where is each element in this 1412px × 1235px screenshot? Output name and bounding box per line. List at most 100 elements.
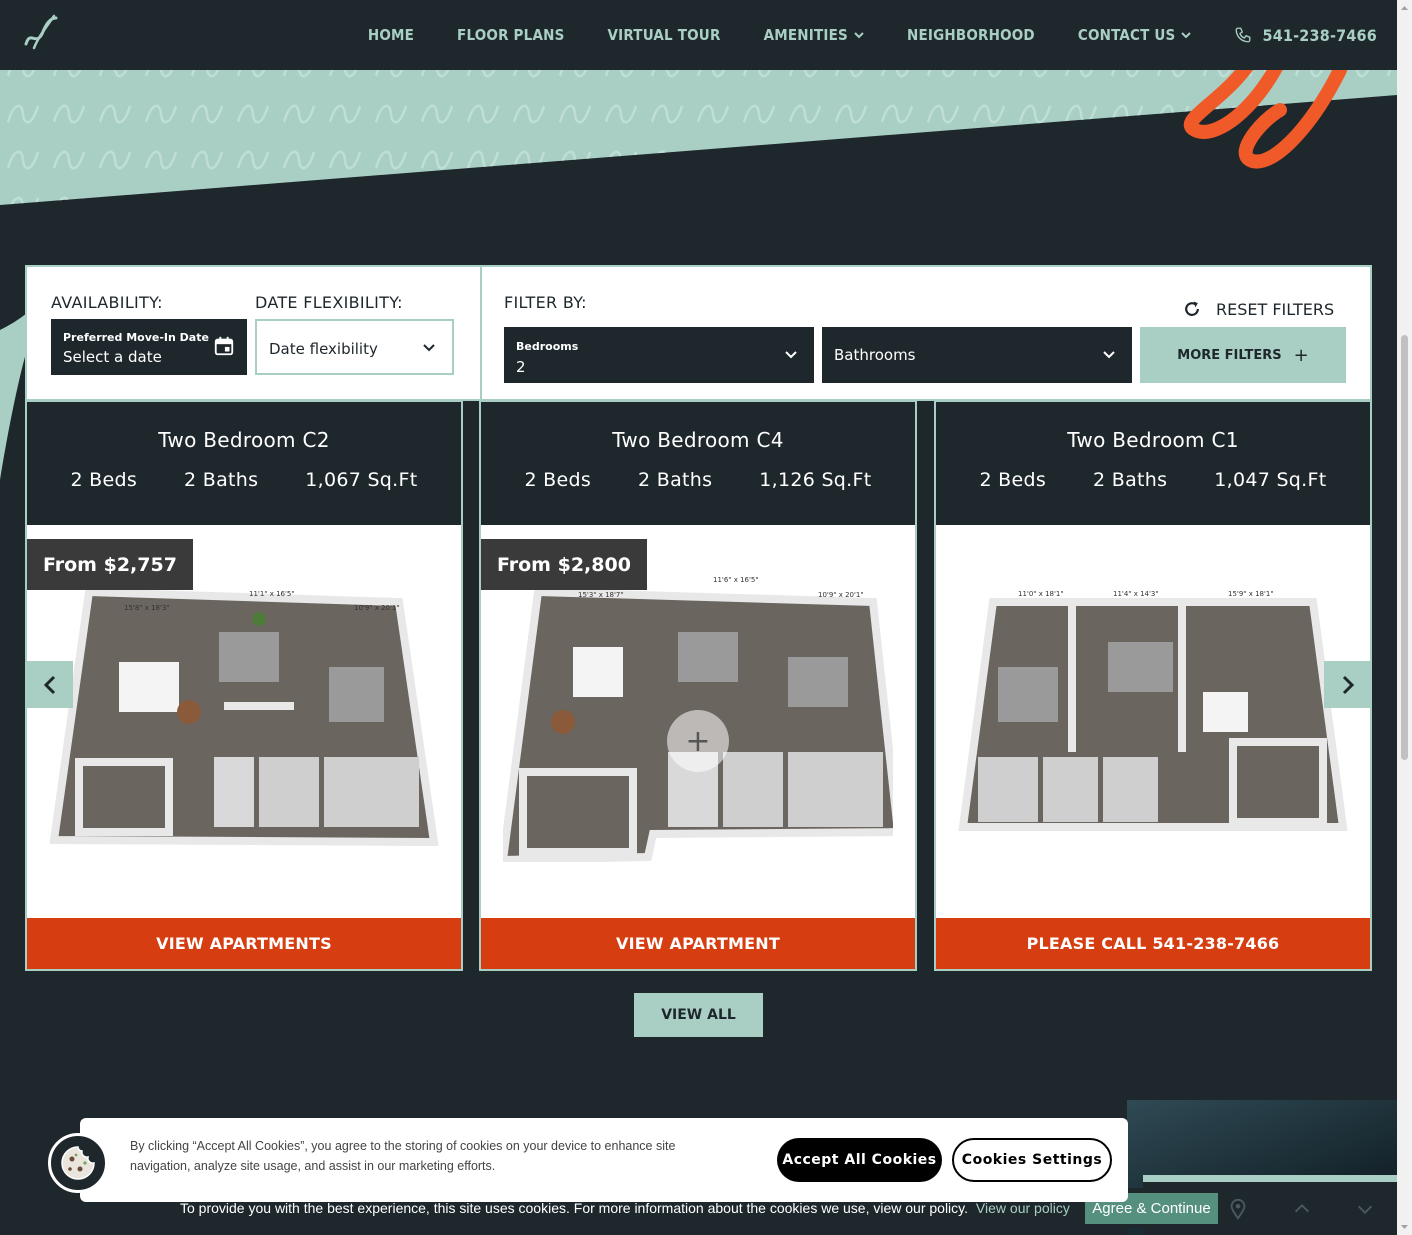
- chevron-down-icon: [1103, 351, 1115, 359]
- plus-icon: +: [1293, 344, 1309, 366]
- price-badge: From $2,800: [481, 539, 647, 590]
- scroll-up-arrow-icon[interactable]: [1400, 4, 1409, 13]
- move-in-small-label: Preferred Move-In Date: [63, 331, 209, 344]
- notice-text-wrap: To provide you with the best experience,…: [180, 1200, 1070, 1216]
- chevron-down-icon: [785, 351, 797, 359]
- chevron-down-icon[interactable]: [1354, 1198, 1376, 1220]
- price-badge: From $2,757: [27, 539, 193, 590]
- carousel-next-button[interactable]: [1324, 661, 1371, 708]
- plan-dim: 11'0" x 18'1": [1018, 590, 1064, 598]
- page-scrollbar[interactable]: [1397, 0, 1412, 1235]
- bedrooms-small-label: Bedrooms: [516, 340, 579, 353]
- view-policy-link[interactable]: View our policy: [976, 1200, 1070, 1216]
- please-call-button[interactable]: PLEASE CALL 541-238-7466: [936, 918, 1370, 969]
- zoom-plus-icon[interactable]: +: [667, 710, 729, 772]
- bathrooms-select[interactable]: Bathrooms: [822, 327, 1132, 383]
- notice-text: To provide you with the best experience,…: [180, 1200, 969, 1216]
- floorplan-image[interactable]: 15'8" x 18'3" 11'1" x 16'5" 10'9" x 20'1…: [49, 572, 439, 862]
- view-apartments-button[interactable]: VIEW APARTMENTS: [27, 918, 461, 969]
- chevron-down-icon: [1181, 32, 1192, 39]
- nav-floor-plans-label: FLOOR PLANS: [457, 26, 565, 44]
- plan-dim: 11'6" x 16'5": [713, 576, 759, 584]
- chevron-down-icon: [423, 344, 435, 352]
- card-sqft: 1,126 Sq.Ft: [759, 469, 872, 491]
- bedrooms-value: 2: [516, 358, 526, 376]
- nav-amenities[interactable]: AMENITIES: [764, 26, 864, 44]
- chevron-right-icon: [1342, 675, 1354, 694]
- floorplan-image[interactable]: 11'0" x 18'1" 11'4" x 14'3" 15'9" x 18'1…: [958, 572, 1348, 862]
- cookie-consent-banner: By clicking “Accept All Cookies”, you ag…: [80, 1118, 1128, 1202]
- card-baths: 2 Baths: [184, 469, 259, 491]
- view-apartment-button[interactable]: VIEW APARTMENT: [481, 918, 915, 969]
- card-stats: 2 Beds 2 Baths 1,067 Sq.Ft: [27, 469, 461, 491]
- card-title: Two Bedroom C2: [158, 428, 330, 452]
- nav-floor-plans[interactable]: FLOOR PLANS: [457, 26, 564, 44]
- reset-filters-button[interactable]: RESET FILTERS: [1182, 299, 1334, 319]
- plan-dim: 10'9" x 20'1": [354, 604, 400, 612]
- date-flexibility-label: DATE FLEXIBILITY:: [255, 293, 403, 312]
- move-in-value: Select a date: [63, 348, 162, 366]
- card-header: Two Bedroom C2 2 Beds 2 Baths 1,067 Sq.F…: [27, 402, 461, 525]
- plan-dim: 10'9" x 20'1": [818, 591, 864, 599]
- card-beds: 2 Beds: [70, 469, 138, 491]
- phone-icon: [1236, 27, 1251, 43]
- accept-all-cookies-button[interactable]: Accept All Cookies: [777, 1138, 942, 1182]
- card-beds: 2 Beds: [524, 469, 592, 491]
- calendar-icon: [214, 336, 234, 356]
- reset-filters-label: RESET FILTERS: [1216, 299, 1335, 319]
- nav-home-label: HOME: [367, 26, 415, 44]
- plan-dim: 15'3" x 18'7": [578, 591, 624, 599]
- plan-dim: 11'1" x 16'5": [249, 590, 295, 598]
- card-title: Two Bedroom C1: [1067, 428, 1239, 452]
- filter-divider: [480, 267, 482, 399]
- plan-dim: 15'9" x 18'1": [1228, 590, 1274, 598]
- nav-contact-us-label: CONTACT US: [1077, 26, 1176, 44]
- phone-number: 541-238-7466: [1262, 25, 1377, 45]
- nav-virtual-tour-label: VIRTUAL TOUR: [607, 26, 721, 44]
- nav-home[interactable]: HOME: [368, 26, 414, 44]
- bedrooms-select[interactable]: Bedrooms 2: [504, 327, 814, 383]
- card-stats: 2 Beds 2 Baths 1,126 Sq.Ft: [481, 469, 915, 491]
- map-pin-icon[interactable]: [1227, 1198, 1249, 1220]
- floorplan-card-c4: Two Bedroom C4 2 Beds 2 Baths 1,126 Sq.F…: [479, 400, 917, 971]
- carousel-prev-button[interactable]: [26, 661, 73, 708]
- more-filters-button[interactable]: MORE FILTERS +: [1140, 327, 1346, 383]
- card-title: Two Bedroom C4: [612, 428, 784, 452]
- site-header: HOME FLOOR PLANS VIRTUAL TOUR AMENITIES …: [0, 0, 1397, 70]
- cookie-preferences-button[interactable]: [48, 1133, 108, 1193]
- scrollbar-thumb[interactable]: [1401, 335, 1408, 760]
- availability-label: AVAILABILITY:: [51, 293, 163, 312]
- refresh-icon: [1185, 301, 1199, 316]
- chevron-left-icon: [43, 675, 55, 694]
- nav-neighborhood[interactable]: NEIGHBORHOOD: [907, 26, 1035, 44]
- more-filters-label: MORE FILTERS: [1177, 347, 1282, 363]
- card-header: Two Bedroom C4 2 Beds 2 Baths 1,126 Sq.F…: [481, 402, 915, 525]
- nav-amenities-label: AMENITIES: [763, 26, 848, 44]
- logo-icon[interactable]: [20, 12, 60, 52]
- nav-phone[interactable]: 541-238-7466: [1234, 26, 1377, 45]
- chevron-up-icon[interactable]: [1291, 1198, 1313, 1220]
- scroll-down-arrow-icon[interactable]: [1400, 1222, 1409, 1231]
- date-flexibility-value: Date flexibility: [269, 340, 378, 358]
- view-all-button[interactable]: VIEW ALL: [634, 993, 763, 1037]
- chevron-down-icon: [854, 32, 864, 39]
- date-flexibility-select[interactable]: Date flexibility: [255, 319, 454, 375]
- cookies-settings-button[interactable]: Cookies Settings: [952, 1138, 1112, 1182]
- card-baths: 2 Baths: [638, 469, 713, 491]
- card-beds: 2 Beds: [979, 469, 1047, 491]
- card-stats: 2 Beds 2 Baths 1,047 Sq.Ft: [936, 469, 1370, 491]
- cookie-icon: [61, 1146, 95, 1180]
- card-sqft: 1,047 Sq.Ft: [1214, 469, 1327, 491]
- filter-panel: AVAILABILITY: Preferred Move-In Date Sel…: [25, 265, 1372, 401]
- plan-dim: 15'8" x 18'3": [124, 604, 170, 612]
- floorplan-card-c1: Two Bedroom C1 2 Beds 2 Baths 1,047 Sq.F…: [934, 400, 1372, 971]
- card-baths: 2 Baths: [1093, 469, 1168, 491]
- nav-virtual-tour[interactable]: VIRTUAL TOUR: [608, 26, 721, 44]
- main-nav: HOME FLOOR PLANS VIRTUAL TOUR AMENITIES …: [368, 0, 1377, 70]
- move-in-date-picker[interactable]: Preferred Move-In Date Select a date: [51, 319, 247, 375]
- nav-contact-us[interactable]: CONTACT US: [1078, 26, 1192, 44]
- floorplan-card-c2: Two Bedroom C2 2 Beds 2 Baths 1,067 Sq.F…: [25, 400, 463, 971]
- plan-dim: 11'4" x 14'3": [1113, 590, 1159, 598]
- card-sqft: 1,067 Sq.Ft: [305, 469, 418, 491]
- nav-neighborhood-label: NEIGHBORHOOD: [906, 26, 1035, 44]
